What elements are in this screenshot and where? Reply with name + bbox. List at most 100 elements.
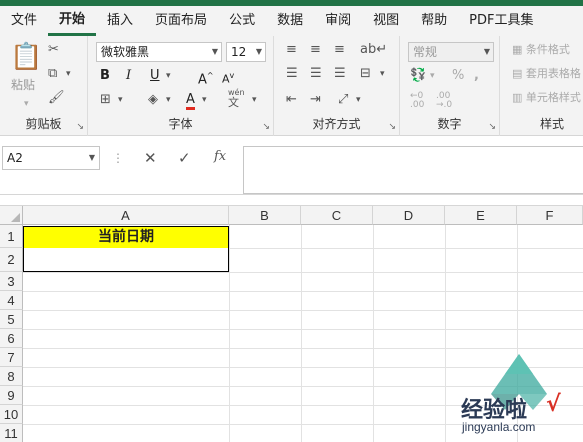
orientation-icon[interactable]: ⤢ [338,92,348,108]
number-format-select[interactable]: 常规 ▼ [408,42,494,62]
font-group: 微软雅黑 ▼ 12 ▼ B I U ▾ A^ Av ⊞ ▾ ◈ ▾ A ▾ wé… [88,36,274,136]
border-dropdown-icon[interactable]: ▾ [118,92,123,108]
clipboard-group: 📋 粘贴 ▾ ✂ ⧉ ▾ 🖌 剪贴板 ↘ [0,36,88,136]
row-header-5[interactable]: 5 [0,310,23,329]
underline-button[interactable]: U [150,68,160,84]
tab-help[interactable]: 帮助 [410,6,458,36]
merge-dropdown-icon[interactable]: ▾ [380,66,385,82]
tab-review[interactable]: 审阅 [314,6,362,36]
paste-icon[interactable]: 📋 [10,42,42,72]
column-header-c[interactable]: C [301,206,373,225]
enter-icon[interactable]: ✓ [178,149,191,167]
row-header-2[interactable]: 2 [0,248,23,272]
fill-dropdown-icon[interactable]: ▾ [166,92,171,108]
tab-formulas[interactable]: 公式 [218,6,266,36]
insert-function-icon[interactable]: fx [214,149,226,164]
comma-style-icon[interactable]: , [474,68,479,84]
font-name-value: 微软雅黑 [101,45,150,59]
gridline [23,272,583,273]
underline-dropdown-icon[interactable]: ▾ [166,68,171,84]
format-as-table-button[interactable]: ▤ 套用表格格 [512,66,581,82]
copy-dropdown-icon[interactable]: ▾ [66,66,71,82]
ribbon-tabs: 文件 开始 插入 页面布局 公式 数据 审阅 视图 帮助 PDF工具集 [0,6,583,36]
copy-icon[interactable]: ⧉ [48,66,57,82]
cell-a1[interactable]: 当前日期 [23,226,229,249]
tab-data[interactable]: 数据 [266,6,314,36]
column-header-b[interactable]: B [229,206,301,225]
bold-button[interactable]: B [100,68,110,84]
tab-page-layout[interactable]: 页面布局 [144,6,218,36]
wen-char: 文 [228,96,239,109]
paste-dropdown-icon[interactable]: ▾ [24,96,29,112]
cancel-icon[interactable]: ✕ [144,149,157,167]
border-icon[interactable]: ⊞ [100,92,111,108]
row-header-10[interactable]: 10 [0,405,23,424]
row-header-8[interactable]: 8 [0,367,23,386]
chevron-down-icon: ▼ [483,47,490,56]
percent-button[interactable]: % [452,68,464,84]
number-format-value: 常规 [413,45,438,59]
italic-button[interactable]: I [126,68,131,84]
cut-icon[interactable]: ✂ [48,42,59,58]
alignment-launcher-icon[interactable]: ↘ [388,122,396,132]
align-bottom-icon[interactable]: ≡ [334,42,345,58]
gridline [23,329,583,330]
tab-insert[interactable]: 插入 [96,6,144,36]
column-header-d[interactable]: D [373,206,445,225]
column-header-f[interactable]: F [517,206,583,225]
decrease-indent-icon[interactable]: ⇤ [286,92,297,108]
font-name-select[interactable]: 微软雅黑 ▼ [96,42,222,62]
row-header-3[interactable]: 3 [0,272,23,291]
row-header-1[interactable]: 1 [0,225,23,248]
row-header-4[interactable]: 4 [0,291,23,310]
name-box[interactable]: A2 ▼ [2,146,100,170]
watermark-url: jingyanla.com [462,420,536,434]
tab-home[interactable]: 开始 [48,6,97,36]
font-color-button[interactable]: A [186,92,195,110]
gridline [23,291,583,292]
format-painter-icon[interactable]: 🖌 [48,90,65,106]
row-header-9[interactable]: 9 [0,386,23,405]
cell-styles-button[interactable]: ▥ 单元格样式 [512,90,581,106]
fill-color-icon[interactable]: ◈ [148,92,158,108]
decrease-decimal-icon[interactable]: .00 →.0 [436,92,452,110]
phonetic-guide-button[interactable]: wén 文 [228,88,245,109]
align-center-icon[interactable]: ☰ [310,66,322,82]
row-header-7[interactable]: 7 [0,348,23,367]
font-launcher-icon[interactable]: ↘ [262,122,270,132]
tab-pdf-tools[interactable]: PDF工具集 [458,6,544,36]
number-launcher-icon[interactable]: ↘ [488,122,496,132]
font-size-value: 12 [231,45,247,59]
align-right-icon[interactable]: ☰ [334,66,346,82]
number-group: 常规 ▼ 💱 ▾ % , ←0.00 .00 →.0 数字 ↘ [400,36,500,136]
tab-view[interactable]: 视图 [362,6,410,36]
orientation-dropdown-icon[interactable]: ▾ [356,92,361,108]
align-top-icon[interactable]: ≡ [286,42,297,58]
accounting-format-icon[interactable]: 💱 [410,68,426,84]
accounting-dropdown-icon[interactable]: ▾ [430,68,435,84]
font-color-dropdown-icon[interactable]: ▾ [202,92,207,108]
cell-a2[interactable] [23,248,229,272]
tab-file[interactable]: 文件 [0,6,48,36]
paste-label[interactable]: 粘贴 [11,76,35,93]
merge-center-icon[interactable]: ⊟ [360,66,371,82]
phonetic-dropdown-icon[interactable]: ▾ [252,92,257,108]
grow-letter: A [198,72,207,88]
select-all-button[interactable] [0,206,23,225]
column-header-e[interactable]: E [445,206,517,225]
align-middle-icon[interactable]: ≡ [310,42,321,58]
font-size-select[interactable]: 12 ▼ [226,42,266,62]
increase-font-button[interactable]: A^ [198,68,214,88]
row-header-6[interactable]: 6 [0,329,23,348]
increase-indent-icon[interactable]: ⇥ [310,92,321,108]
formula-input[interactable] [243,146,583,194]
clipboard-launcher-icon[interactable]: ↘ [76,122,84,132]
column-header-a[interactable]: A [23,206,229,225]
increase-decimal-icon[interactable]: ←0.00 [410,92,424,110]
row-header-11[interactable]: 11 [0,424,23,442]
wrap-text-icon[interactable]: ab↵ [360,42,387,58]
conditional-format-button[interactable]: ▦ 条件格式 [512,42,570,58]
align-left-icon[interactable]: ☰ [286,66,298,82]
clipboard-group-label: 剪贴板 [25,117,62,131]
decrease-font-button[interactable]: Av [222,68,234,88]
